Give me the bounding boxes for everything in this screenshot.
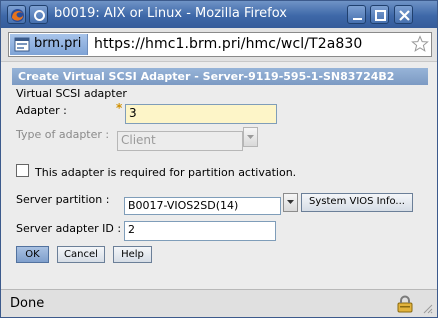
- site-identity-label: brm.pri: [34, 36, 82, 51]
- browser-window: b0019: AIX or Linux - Mozilla Firefox br…: [0, 0, 438, 318]
- section-label: Virtual SCSI adapter: [16, 87, 127, 100]
- chevron-down-icon: [287, 200, 294, 204]
- firefox-icon[interactable]: [7, 5, 26, 24]
- required-activation-label: This adapter is required for partition a…: [35, 166, 297, 179]
- window-title: b0019: AIX or Linux - Mozilla Firefox: [54, 6, 287, 21]
- resize-grip-icon[interactable]: [421, 302, 433, 314]
- url-field[interactable]: brm.pri https://hmc1.brm.pri/hmc/wcl/T2a…: [8, 32, 432, 57]
- server-adapter-id-label: Server adapter ID :: [16, 222, 122, 235]
- bookmark-star-icon[interactable]: [411, 35, 429, 53]
- title-bar: b0019: AIX or Linux - Mozilla Firefox: [1, 1, 437, 28]
- system-vios-info-button[interactable]: System VIOS Info...: [301, 193, 413, 212]
- adapter-input[interactable]: 3: [125, 104, 277, 124]
- status-text: Done: [10, 296, 45, 311]
- window-menu-icon[interactable]: [29, 5, 48, 24]
- status-bar: Done: [1, 289, 437, 317]
- chevron-down-icon: [247, 135, 254, 139]
- required-mark: *: [116, 101, 123, 115]
- close-icon[interactable]: [394, 5, 413, 24]
- site-favicon-icon: [14, 37, 30, 52]
- url-text: https://hmc1.brm.pri/hmc/wcl/T2a830: [94, 36, 363, 52]
- type-of-adapter-label: Type of adapter :: [16, 128, 110, 141]
- cancel-button[interactable]: Cancel: [57, 246, 105, 263]
- ok-button[interactable]: OK: [16, 246, 49, 263]
- lock-icon[interactable]: [396, 295, 414, 313]
- server-adapter-id-input[interactable]: 2: [124, 221, 276, 241]
- minimize-icon[interactable]: [347, 5, 366, 24]
- required-activation-checkbox[interactable]: [16, 164, 29, 177]
- server-partition-select[interactable]: B0017-VIOS2SD(14): [124, 197, 281, 215]
- navigation-toolbar: brm.pri https://hmc1.brm.pri/hmc/wcl/T2a…: [1, 28, 437, 62]
- type-dropdown-button[interactable]: [243, 127, 258, 147]
- server-partition-dropdown-button[interactable]: [283, 193, 298, 212]
- panel-title: Create Virtual SCSI Adapter - Server-911…: [12, 68, 428, 85]
- maximize-icon[interactable]: [370, 5, 389, 24]
- adapter-label: Adapter :: [16, 104, 67, 117]
- site-identity-button[interactable]: brm.pri: [10, 34, 88, 55]
- type-of-adapter-select[interactable]: Client: [117, 131, 243, 151]
- help-button[interactable]: Help: [113, 246, 152, 263]
- page-content: Create Virtual SCSI Adapter - Server-911…: [1, 63, 437, 289]
- server-partition-label: Server partition :: [16, 193, 110, 206]
